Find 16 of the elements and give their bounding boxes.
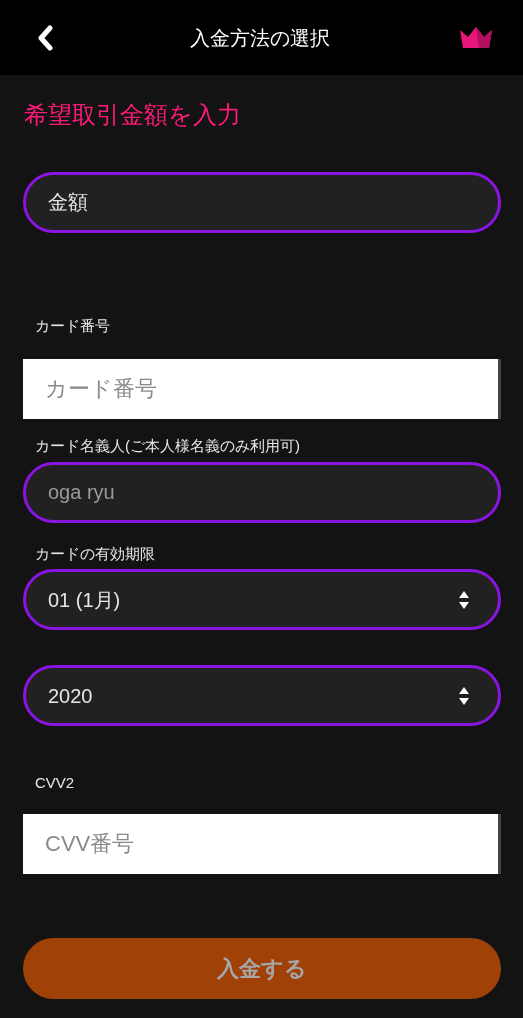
input-field[interactable]: CVV番号 xyxy=(23,814,501,874)
crown-icon xyxy=(459,25,493,50)
section-heading: 希望取引金額を入力 xyxy=(23,100,242,130)
page-title: 入金方法の選択 xyxy=(189,25,330,51)
select-field[interactable]: 2020 xyxy=(23,665,501,726)
select-field[interactable]: 01 (1月) xyxy=(23,569,501,630)
field-label: カード名義人(ご本人様名義のみ利用可) xyxy=(34,436,301,456)
sort-arrows-icon xyxy=(458,685,470,706)
sort-arrows-icon xyxy=(458,589,470,610)
field-label: カードの有効期限 xyxy=(34,544,156,564)
input-field[interactable]: カード番号 xyxy=(23,359,501,419)
back-icon xyxy=(36,24,54,51)
field-label: カード番号 xyxy=(34,316,111,336)
field-label: CVV2 xyxy=(34,773,76,793)
input-field[interactable]: oga ryu xyxy=(23,462,501,523)
input-field[interactable]: 金額 xyxy=(23,172,501,233)
